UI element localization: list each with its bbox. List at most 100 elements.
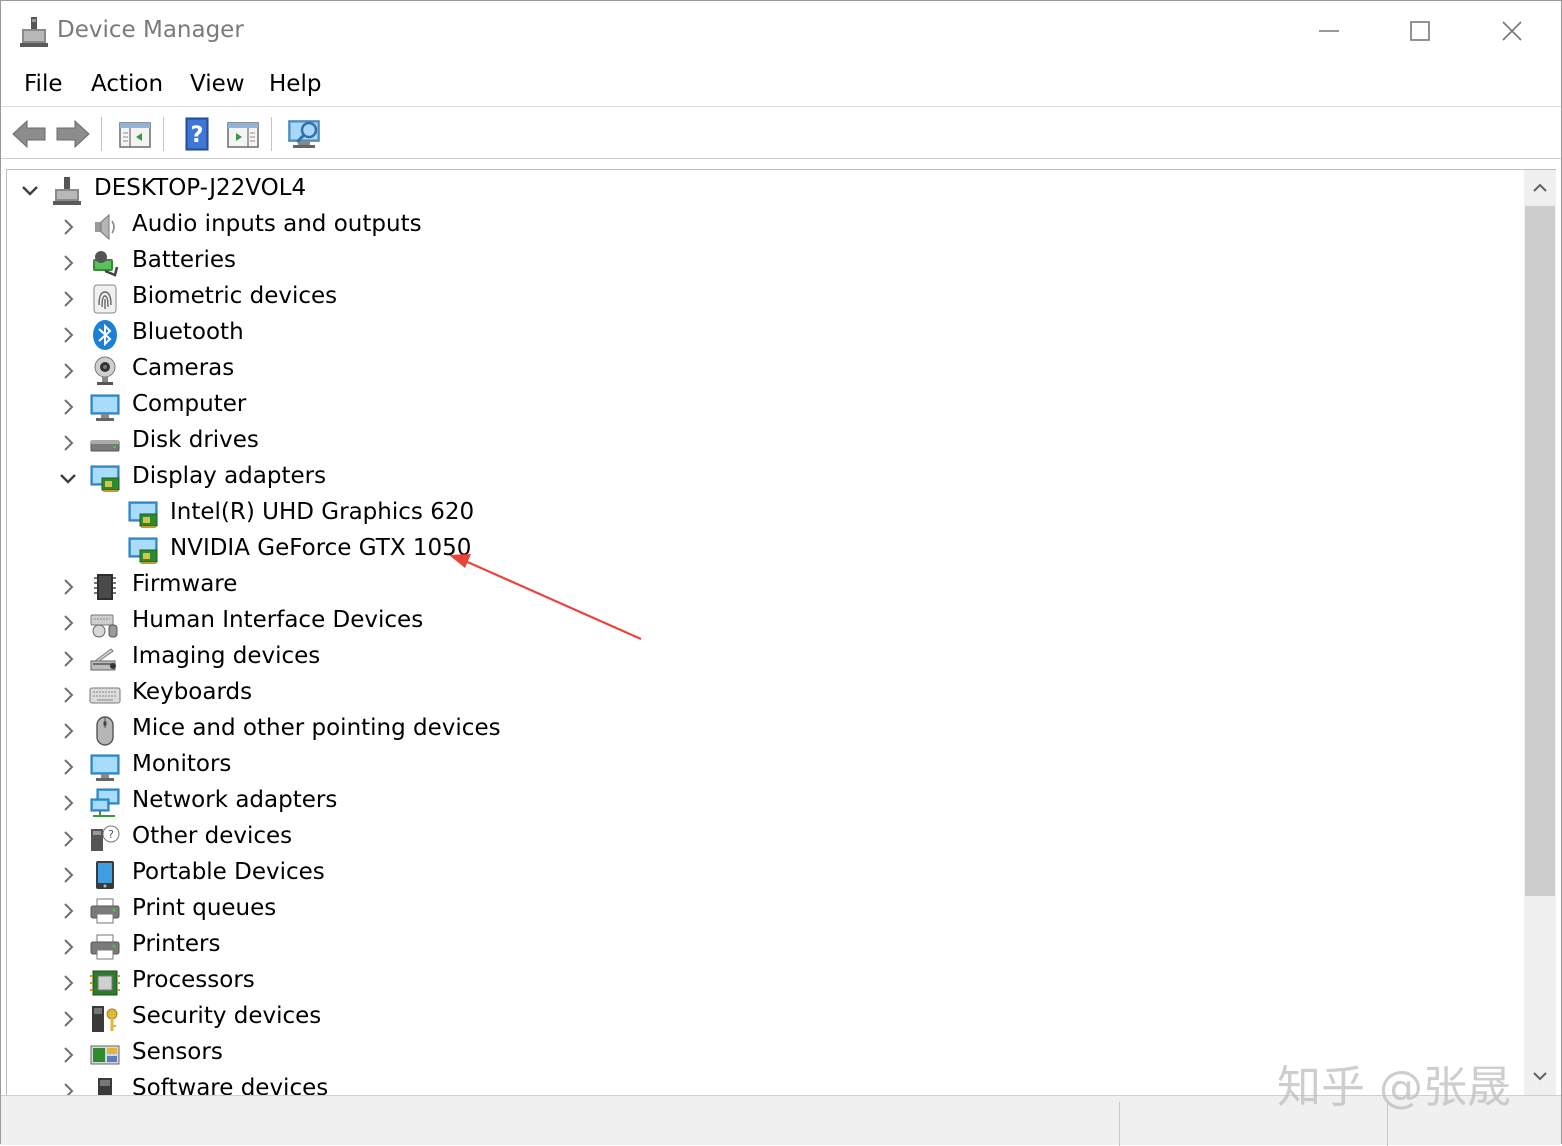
- tree-category-item[interactable]: Printers: [7, 929, 1507, 965]
- tree-category-item[interactable]: Portable Devices: [7, 857, 1507, 893]
- chevron-right-icon[interactable]: [58, 217, 78, 237]
- chevron-right-icon[interactable]: [58, 577, 78, 597]
- tree-category-item[interactable]: Monitors: [7, 749, 1507, 785]
- properties-icon: [227, 122, 259, 148]
- tree-category-label: Printers: [132, 931, 221, 957]
- menu-help[interactable]: Help: [269, 71, 321, 97]
- tree-category-label: Security devices: [132, 1003, 322, 1029]
- monitor-icon: [90, 754, 120, 781]
- tree-category-label: Biometric devices: [132, 283, 338, 309]
- properties-button[interactable]: [223, 115, 263, 153]
- tree-category-item[interactable]: Bluetooth: [7, 317, 1507, 353]
- tree-category-item[interactable]: Firmware: [7, 569, 1507, 605]
- tree-category-item[interactable]: Biometric devices: [7, 281, 1507, 317]
- portable-device-icon: [96, 861, 114, 889]
- chevron-right-icon[interactable]: [58, 973, 78, 993]
- display-adapter-icon: [128, 537, 158, 564]
- vertical-scrollbar[interactable]: [1524, 169, 1556, 1095]
- help-button[interactable]: ?: [177, 115, 217, 153]
- chevron-right-icon[interactable]: [58, 685, 78, 705]
- tree-device-item[interactable]: NVIDIA GeForce GTX 1050: [7, 533, 1507, 569]
- display-adapter-icon: [90, 465, 120, 492]
- keyboard-icon: [89, 687, 121, 704]
- tree-category-item[interactable]: Print queues: [7, 893, 1507, 929]
- computer-icon: [90, 394, 120, 421]
- tree-category-item[interactable]: Imaging devices: [7, 641, 1507, 677]
- tree-category-label: Imaging devices: [132, 643, 321, 669]
- firmware-chip-icon: [94, 574, 116, 600]
- tree-category-item[interactable]: Mice and other pointing devices: [7, 713, 1507, 749]
- tree-category-item[interactable]: Batteries: [7, 245, 1507, 281]
- maximize-button[interactable]: [1375, 1, 1467, 63]
- mouse-icon: [96, 716, 114, 746]
- menu-bar: File Action View Help: [1, 63, 1561, 107]
- chevron-right-icon[interactable]: [58, 1009, 78, 1029]
- forward-button[interactable]: [53, 115, 93, 153]
- show-hide-console-tree-icon: [119, 122, 151, 148]
- tree-category-item[interactable]: Processors: [7, 965, 1507, 1001]
- tree-category-item[interactable]: Network adapters: [7, 785, 1507, 821]
- tree-category-item[interactable]: Disk drives: [7, 425, 1507, 461]
- chevron-right-icon[interactable]: [58, 757, 78, 777]
- chevron-right-icon[interactable]: [58, 1045, 78, 1065]
- chevron-down-icon[interactable]: [58, 469, 78, 489]
- network-adapter-icon: [90, 788, 120, 817]
- menu-view[interactable]: View: [190, 71, 245, 97]
- scan-hardware-button[interactable]: [285, 115, 325, 153]
- watermark: 知乎 @张晟: [1277, 1062, 1511, 1113]
- chevron-right-icon[interactable]: [58, 1081, 78, 1095]
- chevron-right-icon[interactable]: [58, 829, 78, 849]
- scroll-down-icon[interactable]: [1530, 1068, 1550, 1084]
- tree-category-item[interactable]: Cameras: [7, 353, 1507, 389]
- device-manager-app-icon: [19, 15, 49, 49]
- tree-device-label: NVIDIA GeForce GTX 1050: [170, 535, 472, 561]
- tree-category-label: Disk drives: [132, 427, 259, 453]
- tree-category-item[interactable]: ? Other devices: [7, 821, 1507, 857]
- fingerprint-icon: [93, 284, 117, 314]
- software-device-icon: [98, 1078, 112, 1095]
- toolbar-separator: [271, 117, 272, 151]
- tree-category-item[interactable]: Audio inputs and outputs: [7, 209, 1507, 245]
- svg-text:?: ?: [108, 828, 114, 841]
- computer-root-icon: [53, 177, 81, 205]
- tree-category-item[interactable]: Human Interface Devices: [7, 605, 1507, 641]
- chevron-right-icon[interactable]: [58, 289, 78, 309]
- security-key-icon: [92, 1006, 118, 1032]
- title-bar[interactable]: Device Manager: [1, 1, 1561, 63]
- tree-category-label: Network adapters: [132, 787, 338, 813]
- tree-device-item[interactable]: Intel(R) UHD Graphics 620: [7, 497, 1507, 533]
- chevron-right-icon[interactable]: [58, 649, 78, 669]
- tree-category-label: Batteries: [132, 247, 237, 273]
- tree-category-label: Computer: [132, 391, 247, 417]
- chevron-right-icon[interactable]: [58, 397, 78, 417]
- menu-file[interactable]: File: [24, 71, 63, 97]
- close-button[interactable]: [1467, 1, 1559, 63]
- tree-category-item[interactable]: Keyboards: [7, 677, 1507, 713]
- scrollbar-thumb[interactable]: [1525, 206, 1555, 896]
- chevron-right-icon[interactable]: [58, 721, 78, 741]
- tree-root[interactable]: DESKTOP-J22VOL4: [7, 173, 1507, 209]
- chevron-right-icon[interactable]: [58, 793, 78, 813]
- back-button[interactable]: [9, 115, 49, 153]
- minimize-button[interactable]: [1284, 1, 1376, 63]
- chevron-right-icon[interactable]: [58, 613, 78, 633]
- tree-category-label: Firmware: [132, 571, 238, 597]
- tree-category-item[interactable]: Computer: [7, 389, 1507, 425]
- tree-category-label: Portable Devices: [132, 859, 325, 885]
- scanner-icon: [90, 648, 116, 671]
- chevron-right-icon[interactable]: [58, 937, 78, 957]
- menu-action[interactable]: Action: [91, 71, 163, 97]
- tree-category-item[interactable]: Security devices: [7, 1001, 1507, 1037]
- chevron-right-icon[interactable]: [58, 361, 78, 381]
- chevron-right-icon[interactable]: [58, 253, 78, 273]
- chevron-right-icon[interactable]: [58, 901, 78, 921]
- chevron-right-icon[interactable]: [58, 433, 78, 453]
- show-hide-console-tree-button[interactable]: [115, 115, 155, 153]
- chevron-down-icon[interactable]: [20, 181, 40, 201]
- tree-category-label: Print queues: [132, 895, 277, 921]
- tree-category-item[interactable]: Display adapters: [7, 461, 1507, 497]
- scroll-up-icon[interactable]: [1530, 180, 1550, 196]
- chevron-right-icon[interactable]: [58, 865, 78, 885]
- disk-drive-icon: [90, 440, 120, 452]
- chevron-right-icon[interactable]: [58, 325, 78, 345]
